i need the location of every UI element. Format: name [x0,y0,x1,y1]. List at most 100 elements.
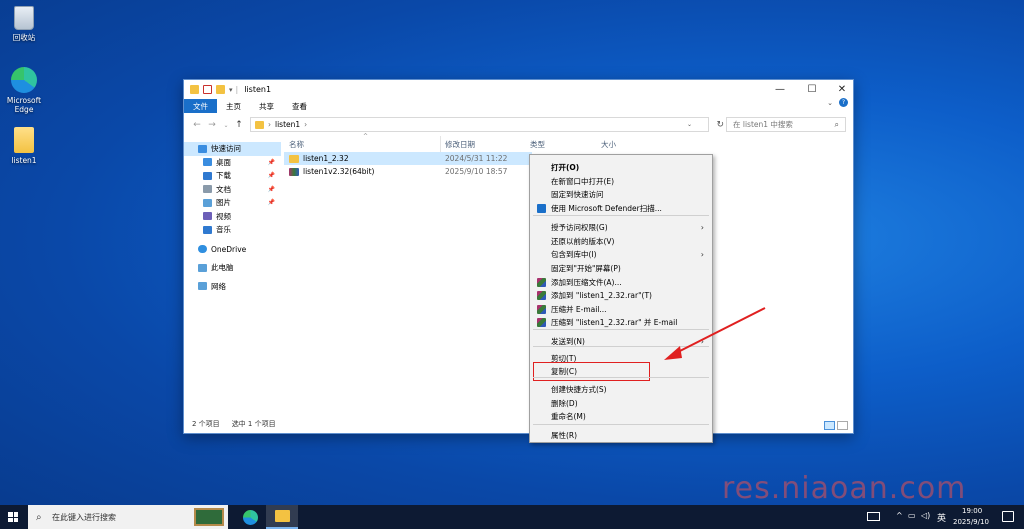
highlight-box [533,362,650,381]
search-icon: ⌕ [834,119,839,129]
submenu-arrow-icon: › [700,250,704,259]
selected-count: 选中 1 个项目 [231,420,276,428]
sidebar-item-label: 此电脑 [211,263,234,273]
column-name[interactable]: 名称 [289,139,304,150]
address-chevron-icon: › [304,120,308,129]
desktop-icon-edge[interactable]: Microsoft Edge [1,67,47,114]
video-icon [203,212,212,221]
file-row[interactable]: listen1_2.32 2024/5/31 11:22 [284,152,532,165]
volume-icon[interactable]: ◁) [921,511,930,520]
title-divider: | [235,85,239,94]
desktop-icon-listen1[interactable]: listen1 [1,127,47,165]
pin-icon: 📌 [267,158,275,166]
column-type[interactable]: 类型 [530,139,545,150]
menu-item-pin-quick-access[interactable]: 固定到快速访问 [530,188,712,201]
new-folder-icon[interactable] [216,85,225,94]
column-divider [440,136,441,152]
taskbar-app-edge[interactable] [234,505,266,529]
sidebar-item-desktop[interactable]: 桌面 📌 [184,156,281,170]
desktop-icon [203,158,212,167]
menu-item-rename[interactable]: 重命名(M) [530,410,712,423]
quick-access-dropdown-icon[interactable]: ▾ [229,86,233,94]
menu-item-label: 使用 Microsoft Defender扫描... [551,204,662,213]
tab-file[interactable]: 文件 [184,99,217,113]
menu-item-add-archive[interactable]: 添加到压缩文件(A)... [530,276,712,289]
ime-indicator[interactable]: 英 [937,511,946,524]
address-dropdown-icon[interactable]: ⌄ [687,121,692,128]
notification-icon[interactable] [1002,511,1014,522]
sidebar-item-quick-access[interactable]: 快速访问 [184,142,281,156]
menu-item-restore-versions[interactable]: 还原以前的版本(V) [530,235,712,248]
column-size[interactable]: 大小 [601,139,616,150]
taskbar-app-explorer[interactable] [266,505,298,529]
tab-share[interactable]: 共享 [250,99,283,113]
taskbar-search-placeholder: 在此键入进行搜索 [52,512,116,522]
sidebar-item-label: 下载 [216,171,231,181]
menu-item-properties[interactable]: 属性(R) [530,429,712,442]
sort-up-icon: ^ [363,133,369,140]
maximize-button[interactable]: ☐ [797,80,827,99]
back-arrow-icon[interactable]: ← [190,120,204,130]
shield-icon [537,204,546,213]
ribbon-tabs: 文件 主页 共享 查看 ⌄ ? [184,98,853,113]
sidebar-item-pictures[interactable]: 图片 📌 [184,196,281,210]
sidebar-item-videos[interactable]: 视频 [184,210,281,224]
minimize-button[interactable]: — [765,80,795,99]
menu-item-include-library[interactable]: 包含到库中(I) › [530,248,712,261]
sidebar-item-this-pc[interactable]: 此电脑 [184,261,281,275]
menu-item-open[interactable]: 打开(O) [530,161,712,174]
desktop-icon-recycle-bin[interactable]: 回收站 [1,6,47,42]
file-explorer-icon [274,510,290,522]
desktop-icon-label: listen1 [11,156,37,165]
up-arrow-icon[interactable]: ↑ [232,120,246,130]
file-name: listen1v2.32(64bit) [303,167,375,176]
large-icons-view-icon[interactable] [837,421,848,430]
sidebar-item-documents[interactable]: 文档 📌 [184,183,281,197]
menu-item-label: 添加到 "listen1_2.32.rar"(T) [551,291,652,300]
menu-item-pin-start[interactable]: 固定到"开始"屏幕(P) [530,262,712,275]
search-icon: ⌕ [36,511,42,523]
menu-item-open-new-window[interactable]: 在新窗口中打开(E) [530,175,712,188]
menu-item-delete[interactable]: 删除(D) [530,397,712,410]
start-button[interactable] [8,512,18,522]
watermark-text: res.niaoan.com [722,471,967,506]
recent-dropdown-icon[interactable]: ⌄ [219,122,233,129]
tab-home[interactable]: 主页 [217,99,250,113]
menu-item-grant-access[interactable]: 授予访问权限(G) › [530,221,712,234]
address-chevron-icon: › [268,120,271,129]
details-view-icon[interactable] [824,421,835,430]
menu-item-label: 压缩并 E-mail... [551,305,607,314]
properties-icon[interactable] [203,85,212,94]
keyboard-icon[interactable] [867,512,880,521]
sidebar-item-label: 快速访问 [211,144,241,154]
clock-date[interactable]: 2025/9/10 [953,518,989,526]
sidebar-item-onedrive[interactable]: OneDrive [184,243,281,257]
clock-time[interactable]: 19:00 [962,507,982,515]
close-button[interactable]: ✕ [827,80,857,99]
address-bar[interactable]: › listen1 › ⌄ ↻ [250,117,724,132]
help-icon[interactable]: ? [839,98,848,107]
refresh-icon[interactable]: ↻ [716,120,724,130]
forward-arrow-icon[interactable]: → [205,120,219,130]
edge-icon [11,67,37,93]
sidebar-item-label: 视频 [216,211,231,221]
taskbar-search-input[interactable]: ⌕ 在此键入进行搜索 [28,505,228,529]
menu-item-label: 授予访问权限(G) [551,223,608,232]
menu-item-create-shortcut[interactable]: 创建快捷方式(S) [530,383,712,396]
sidebar-item-label: 文档 [216,184,231,194]
annotation-arrow-icon [664,307,766,360]
address-path: listen1 [275,120,301,129]
sidebar-item-network[interactable]: 网络 [184,280,281,294]
column-date[interactable]: 修改日期 [445,139,475,150]
desktop-icon-label: 回收站 [12,33,36,42]
chevron-up-icon[interactable]: ^ [896,511,903,520]
search-input[interactable]: 在 listen1 中搜索 ⌕ [726,117,846,132]
expand-ribbon-icon[interactable]: ⌄ [827,99,833,107]
tab-view[interactable]: 查看 [283,99,316,113]
sidebar-item-music[interactable]: 音乐 [184,223,281,237]
sidebar-item-downloads[interactable]: 下载 📌 [184,169,281,183]
network-icon[interactable]: ▭ [908,511,916,520]
column-headers: 名称 ^ 修改日期 类型 大小 [284,133,843,152]
file-row[interactable]: listen1v2.32(64bit) 2025/9/10 18:57 [284,165,532,178]
menu-item-defender-scan[interactable]: 使用 Microsoft Defender扫描... [530,202,712,215]
